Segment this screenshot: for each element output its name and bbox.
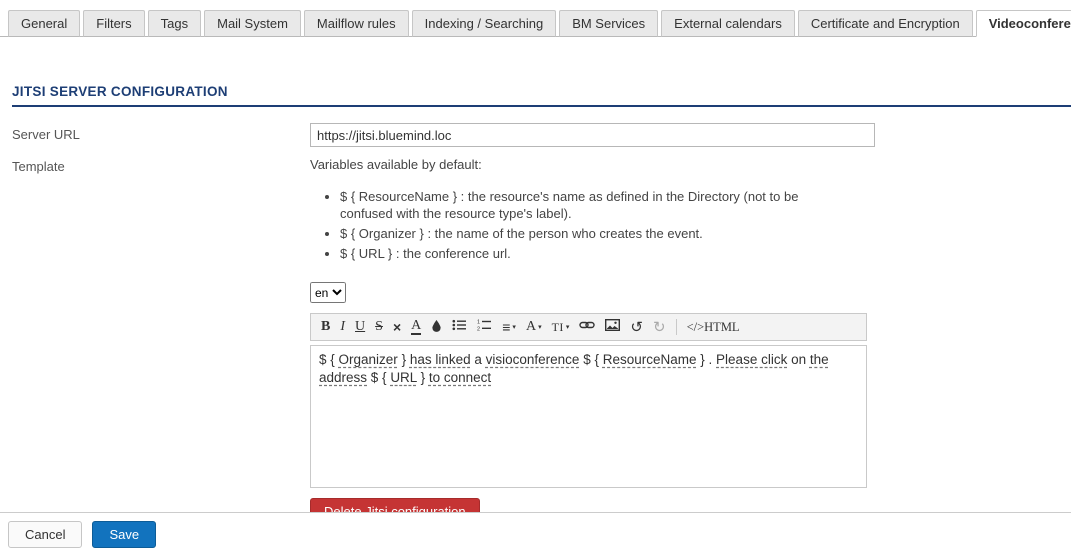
image-icon[interactable] (605, 319, 620, 335)
jitsi-config-form: Server URL Template Variables available … (12, 123, 1071, 525)
save-button[interactable]: Save (92, 521, 156, 548)
svg-text:2: 2 (477, 326, 480, 331)
variables-list: $ { ResourceName } : the resource's name… (310, 188, 1071, 262)
cancel-button[interactable]: Cancel (8, 521, 82, 548)
tab-filters[interactable]: Filters (83, 10, 144, 37)
editor-text-misspelled: to connect (429, 370, 491, 385)
editor-text-misspelled: Please click (716, 352, 787, 367)
italic-icon[interactable]: I (340, 320, 345, 334)
server-url-input[interactable] (310, 123, 875, 147)
svg-text:1: 1 (477, 320, 480, 326)
editor-text-misspelled: visioconference (486, 352, 580, 367)
variables-intro: Variables available by default: (310, 155, 1071, 172)
undo-icon[interactable]: ↺ (630, 320, 643, 335)
editor-text: } (417, 370, 429, 385)
editor-text: } (398, 352, 410, 367)
variable-item: $ { ResourceName } : the resource's name… (340, 188, 845, 222)
variable-item: $ { Organizer } : the name of the person… (340, 225, 845, 242)
numbered-list-icon[interactable]: 12 (477, 319, 492, 335)
highlight-color-icon[interactable] (431, 319, 442, 336)
editor-text-misspelled: has linked (410, 352, 471, 367)
text-color-icon[interactable]: A (411, 319, 421, 335)
html-source-icon[interactable]: </>HTML (687, 321, 740, 334)
chevron-down-icon: ▾ (538, 324, 542, 331)
tab-tags[interactable]: Tags (148, 10, 201, 37)
editor-text: $ { (579, 352, 602, 367)
editor-text: } . (697, 352, 717, 367)
editor-content[interactable]: $ { Organizer } has linked a visioconfer… (310, 345, 867, 488)
font-family-icon[interactable]: A▾ (526, 320, 542, 334)
paragraph-format-icon[interactable]: ≡▾ (502, 320, 516, 334)
toolbar-separator (676, 319, 677, 335)
chevron-down-icon: ▾ (566, 324, 570, 331)
server-url-row: Server URL (12, 123, 1071, 147)
template-label: Template (12, 155, 310, 525)
tab-mail-system[interactable]: Mail System (204, 10, 301, 37)
tab-indexing-searching[interactable]: Indexing / Searching (412, 10, 557, 37)
bullet-list-icon[interactable] (452, 319, 467, 335)
chevron-down-icon: ▾ (512, 324, 516, 331)
editor-text: on (787, 352, 810, 367)
editor-toolbar: BIUS × A 12 ≡▾ A▾ TI▾ ↺ ↻ </>HTML (310, 313, 867, 341)
editor-text-misspelled: Organizer (339, 352, 398, 367)
language-select[interactable]: en (310, 282, 346, 303)
bold-icon[interactable]: B (321, 320, 330, 334)
variable-item: $ { URL } : the conference url. (340, 245, 845, 262)
server-url-label: Server URL (12, 123, 310, 147)
tab-certificate-and-encryption[interactable]: Certificate and Encryption (798, 10, 973, 37)
strikethrough-icon[interactable]: S (375, 320, 383, 334)
editor-text-misspelled: ResourceName (603, 352, 697, 367)
editor-text: a (471, 352, 486, 367)
redo-icon: ↻ (653, 320, 666, 335)
videoconference-settings-page: JITSI SERVER CONFIGURATION Server URL Te… (0, 37, 1071, 525)
tab-bar: GeneralFiltersTagsMail SystemMailflow ru… (0, 0, 1071, 37)
editor-text-misspelled: URL (390, 370, 417, 385)
tabs: GeneralFiltersTagsMail SystemMailflow ru… (8, 9, 1071, 36)
link-icon[interactable] (579, 320, 595, 334)
remove-format-icon[interactable]: × (393, 320, 401, 334)
tab-general[interactable]: General (8, 10, 80, 37)
tab-external-calendars[interactable]: External calendars (661, 10, 795, 37)
editor-text: $ { (319, 352, 339, 367)
tab-bm-services[interactable]: BM Services (559, 10, 658, 37)
font-size-icon[interactable]: TI▾ (552, 321, 570, 333)
editor-text: $ { (367, 370, 390, 385)
section-title: JITSI SERVER CONFIGURATION (12, 84, 1071, 107)
template-row: Template Variables available by default:… (12, 155, 1071, 525)
footer-bar: Cancel Save (0, 512, 1071, 556)
tab-mailflow-rules[interactable]: Mailflow rules (304, 10, 409, 37)
tab-videoconference[interactable]: Videoconference (976, 10, 1071, 37)
underline-icon[interactable]: U (355, 320, 365, 334)
